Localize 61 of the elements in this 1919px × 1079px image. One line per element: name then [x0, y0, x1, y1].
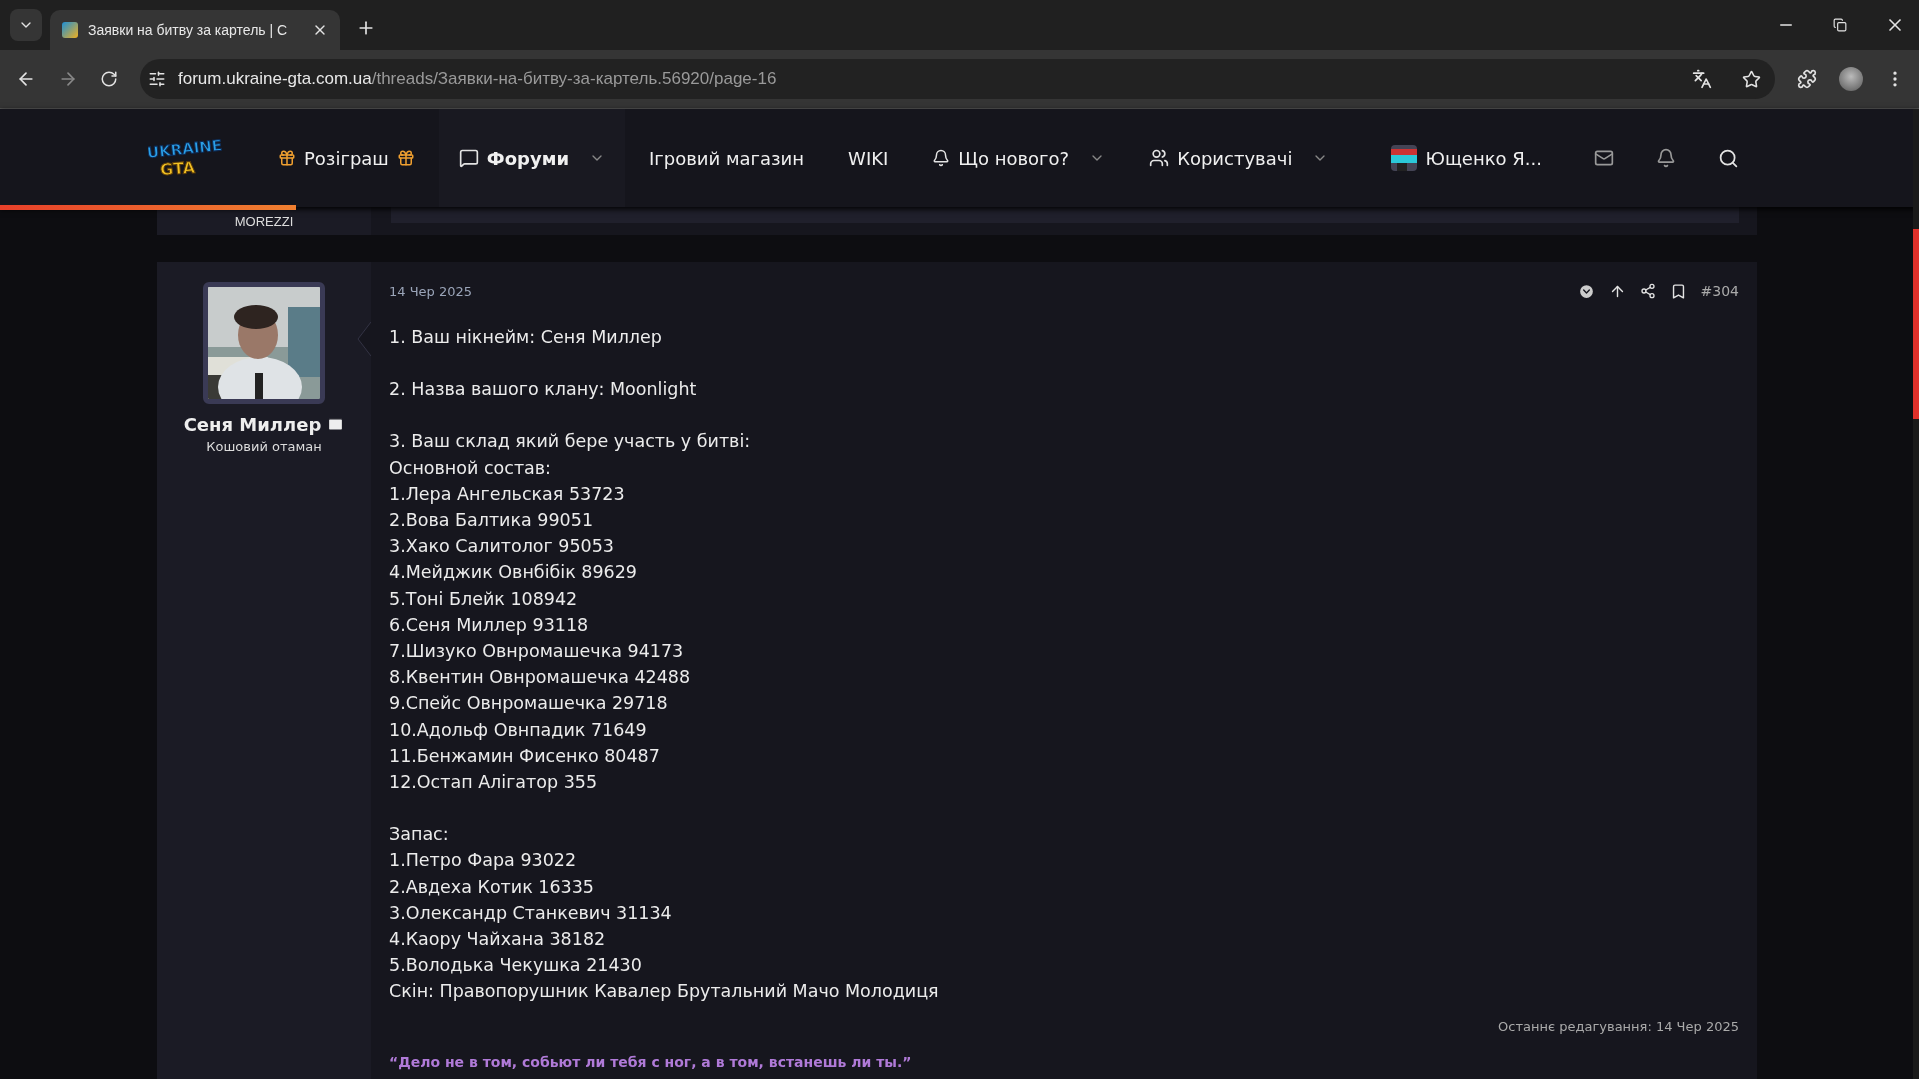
- post-text-line: 5.Володька Чекушка 21430: [389, 954, 643, 978]
- post-text-line: Основной состав:: [389, 456, 553, 480]
- site-settings-icon[interactable]: [148, 70, 166, 88]
- post-text-line: 1.Лера Ангельская 53723: [389, 482, 626, 506]
- favicon-icon: [62, 22, 78, 38]
- nav-link[interactable]: WIKI: [828, 109, 909, 207]
- star-icon[interactable]: [1742, 69, 1761, 89]
- reload-icon[interactable]: [100, 70, 118, 88]
- user-title: Кошовий отаман: [206, 439, 322, 454]
- bell-icon[interactable]: [1656, 148, 1676, 168]
- translate-icon[interactable]: [1692, 69, 1712, 89]
- post-text-line: 3.Хако Салитолог 95053: [389, 535, 615, 559]
- url-text: forum.ukraine-gta.com.ua/threads/Заявки-на-битву-за-картель.56920/page-16: [178, 69, 778, 89]
- bell-icon: [932, 149, 951, 167]
- post-text-line: 5.Тоні Блейк 108942: [389, 587, 579, 611]
- gift-icon: [396, 149, 415, 167]
- post-text-line: 4.Мейджик Овнбібік 89629: [389, 561, 638, 585]
- restore-icon[interactable]: [1833, 18, 1847, 32]
- post-text-line: Запас:: [389, 823, 450, 847]
- nav-link[interactable]: Користувачі: [1129, 109, 1349, 207]
- post-text-line: 3. Ваш склад який бере участь у битві:: [389, 430, 752, 454]
- post-number[interactable]: #304: [1700, 283, 1739, 299]
- users-icon: [1149, 148, 1170, 168]
- tab-list-button[interactable]: [10, 9, 42, 41]
- tab-title: Заявки на битву за картель | С: [88, 22, 289, 38]
- post-text-line: 2.Авдеха Котик 16335: [389, 875, 595, 899]
- search-icon[interactable]: [1718, 147, 1739, 169]
- post-text-line: 6.Сеня Миллер 93118: [389, 613, 590, 637]
- post-text-line: 2. Назва вашого клану: Moonlight: [389, 378, 698, 402]
- post-text-line: 3.Олександр Станкевич 31134: [389, 901, 673, 925]
- post-text-line: 4.Каору Чайхана 38182: [389, 928, 607, 952]
- author-name[interactable]: MOREZZI: [234, 214, 294, 229]
- post-text-line: 1.Петро Фара 93022: [389, 849, 578, 873]
- speech-bubble-icon: [458, 148, 479, 168]
- post-text-line: 1. Ваш нікнейм: Сеня Миллер: [389, 326, 663, 349]
- post-text-line: 8.Квентин Овнромашечка 42488: [389, 666, 692, 690]
- post-text-line: Скін: Правопорушник Кавалер Брутальний Мачо Молодиця: [389, 980, 940, 1004]
- reaction-icon[interactable]: [1577, 282, 1595, 300]
- post-date[interactable]: 14 Чер 2025: [389, 283, 473, 299]
- share-icon[interactable]: [1639, 283, 1656, 299]
- post-text-line: 2.Вова Балтика 99051: [389, 509, 595, 532]
- puzzle-icon[interactable]: [1797, 69, 1817, 89]
- site-logo[interactable]: UKRAINE GTA: [148, 136, 222, 180]
- scrollbar[interactable]: [1913, 109, 1919, 1079]
- nav-link[interactable]: Що нового?: [912, 109, 1126, 207]
- post-text-line: 11.Бенжамин Фисенко 80487: [389, 744, 661, 768]
- post-text-line: 10.Адольф Овнпадик 71649: [389, 718, 648, 742]
- nav-link[interactable]: Форуми: [438, 109, 625, 207]
- post-text-line: 7.Шизуко Овнромашечка 94173: [389, 640, 685, 664]
- browser-tab[interactable]: Заявки на битву за картель | С: [50, 10, 340, 50]
- signature: “Дело не в том, собьют ли тебя с ног, а в том, встанешь ли ты.”: [389, 1053, 913, 1070]
- nav-link[interactable]: Розіграш: [258, 109, 435, 207]
- edit-note: Останнє редагування: 14 Чер 2025: [1498, 1018, 1739, 1034]
- account-link[interactable]: Ющенко Я...: [1391, 145, 1542, 171]
- post-text-line: 9.Спейс Овнромашечка 29718: [389, 692, 669, 716]
- gift-icon: [278, 149, 296, 167]
- profile-avatar[interactable]: [1839, 67, 1863, 91]
- post-text-line: 12.Остап Алігатор 355: [389, 771, 599, 795]
- author-name[interactable]: Сеня Миллер: [183, 414, 345, 435]
- address-bar[interactable]: forum.ukraine-gta.com.ua/threads/Заявки-на-битву-за-картель.56920/page-16: [140, 59, 1775, 99]
- nav-link[interactable]: Ігровий магазин: [629, 109, 825, 207]
